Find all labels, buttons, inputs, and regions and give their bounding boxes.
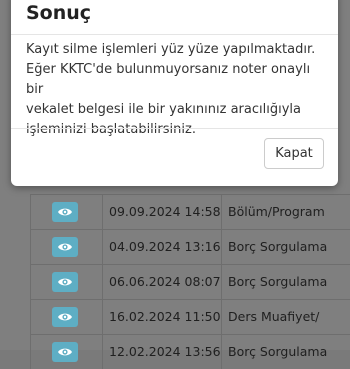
dialog-message-line: Kayıt silme işlemleri yüz yüze yapılmakt… — [26, 42, 316, 57]
eye-icon — [58, 348, 72, 356]
column-divider — [221, 300, 222, 334]
table-cell-action — [31, 230, 103, 264]
column-divider — [221, 335, 222, 369]
table-row: 09.09.2024 14:58 Bölüm/Program — [30, 194, 350, 229]
eye-icon — [58, 278, 72, 286]
column-divider — [221, 230, 222, 264]
column-divider — [221, 195, 222, 229]
row-type: Borç Sorgulama — [228, 344, 328, 359]
dialog-message: Kayıt silme işlemleri yüz yüze yapılmakt… — [26, 40, 331, 140]
row-date: 06.06.2024 08:07 — [109, 274, 221, 289]
row-type: Ders Muafiyet/ — [228, 309, 320, 324]
page-background: 09.09.2024 14:58 Bölüm/Program 04.09.202… — [0, 0, 350, 369]
table-cell-action — [31, 265, 103, 299]
view-button[interactable] — [52, 342, 78, 362]
view-button[interactable] — [52, 237, 78, 257]
table-row: 04.09.2024 13:16 Borç Sorgulama — [30, 229, 350, 264]
dialog-message-line: Eğer KKTC'de bulunmuyorsanız noter onayl… — [26, 62, 311, 97]
view-button[interactable] — [52, 272, 78, 292]
dialog-title: Sonuç — [26, 2, 92, 24]
row-type: Borç Sorgulama — [228, 239, 328, 254]
dialog-header-divider — [11, 34, 338, 35]
row-type: Bölüm/Program — [228, 204, 325, 219]
row-date: 04.09.2024 13:16 — [109, 239, 221, 254]
table-cell-action — [31, 195, 103, 229]
table-cell-action — [31, 300, 103, 334]
result-dialog: Sonuç Kayıt silme işlemleri yüz yüze yap… — [11, 0, 338, 186]
dialog-message-line: vekalet belgesi ile bir yakınınız aracıl… — [26, 102, 301, 117]
eye-icon — [58, 208, 72, 216]
view-button[interactable] — [52, 202, 78, 222]
row-date: 12.02.2024 13:56 — [109, 344, 221, 359]
dialog-footer-divider — [11, 128, 338, 129]
requests-table: 09.09.2024 14:58 Bölüm/Program 04.09.202… — [30, 194, 350, 369]
eye-icon — [58, 313, 72, 321]
column-divider — [221, 265, 222, 299]
table-row: 16.02.2024 11:50 Ders Muafiyet/ — [30, 299, 350, 334]
dialog-message-line: işleminizi başlatabilirsiniz. — [26, 122, 196, 137]
table-cell-action — [31, 335, 103, 369]
row-date: 09.09.2024 14:58 — [109, 204, 221, 219]
view-button[interactable] — [52, 307, 78, 327]
table-row: 06.06.2024 08:07 Borç Sorgulama — [30, 264, 350, 299]
row-date: 16.02.2024 11:50 — [109, 309, 221, 324]
close-button[interactable]: Kapat — [264, 138, 324, 169]
eye-icon — [58, 243, 72, 251]
row-type: Borç Sorgulama — [228, 274, 328, 289]
table-row: 12.02.2024 13:56 Borç Sorgulama — [30, 334, 350, 369]
